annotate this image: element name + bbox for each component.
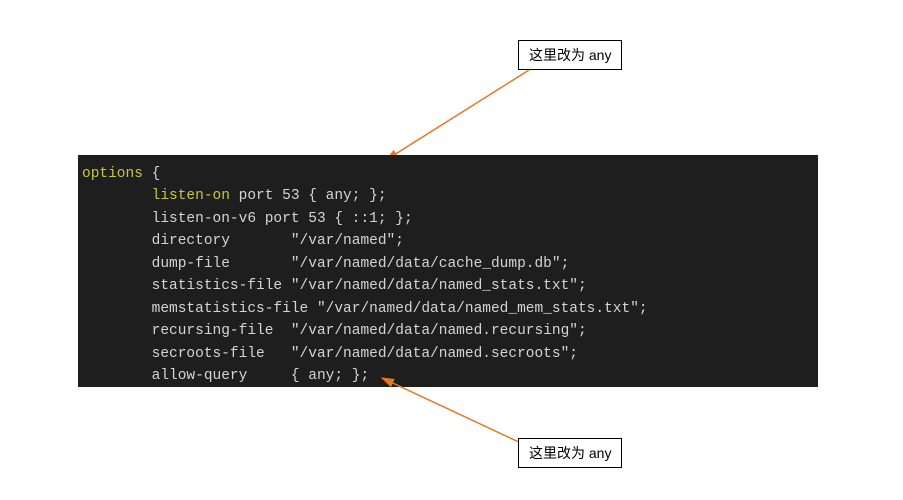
code-line2: listen-on-v6 port 53 { ::1; };: [82, 211, 413, 227]
annotation-bottom: 这里改为 any: [518, 438, 622, 468]
code-line5: statistics-file "/var/named/data/named_s…: [82, 278, 587, 294]
code-line1-rest: port 53 { any; };: [230, 188, 387, 204]
code-line4: dump-file "/var/named/data/cache_dump.db…: [82, 256, 569, 272]
annotation-top: 这里改为 any: [518, 40, 622, 70]
code-brace: {: [143, 166, 160, 182]
arrow-top-icon: [374, 62, 554, 167]
code-line9: allow-query { any; };: [82, 368, 369, 384]
code-line8: secroots-file "/var/named/data/named.sec…: [82, 346, 578, 362]
code-block: options { listen-on port 53 { any; }; li…: [78, 155, 818, 387]
code-listen-kw: listen-on: [82, 188, 230, 204]
code-line7: recursing-file "/var/named/data/named.re…: [82, 323, 587, 339]
code-line3: directory "/var/named";: [82, 233, 404, 249]
code-options-kw: options: [82, 166, 143, 182]
code-line6: memstatistics-file "/var/named/data/name…: [82, 301, 648, 317]
